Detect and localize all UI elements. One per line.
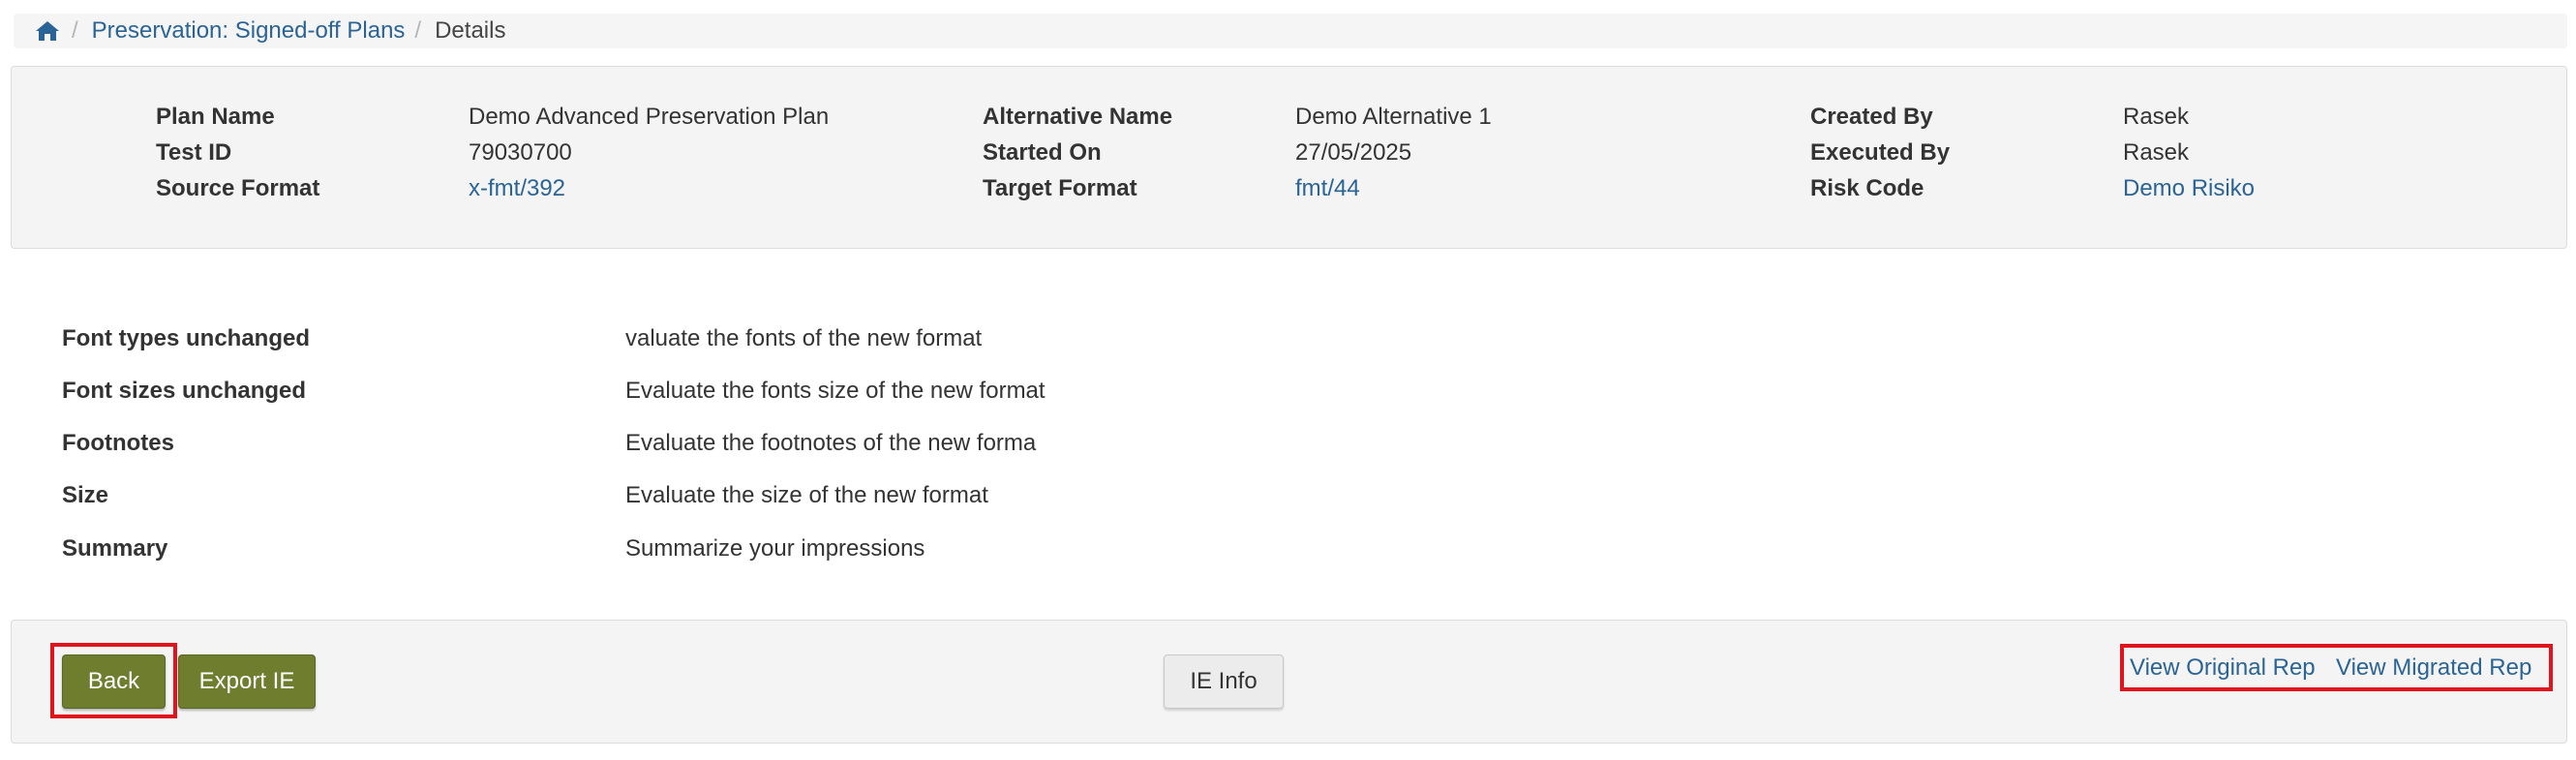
alternative-name-value: Demo Alternative 1 [1295,104,1492,130]
criteria-description: valuate the fonts of the new format [625,325,983,351]
target-format-link[interactable]: fmt/44 [1295,170,1360,206]
plan-info-panel: Plan Name Demo Advanced Preservation Pla… [11,66,2567,249]
criteria-name: Size [62,482,109,508]
back-button[interactable]: Back [62,654,166,709]
started-on-label: Started On [983,139,1102,166]
alternative-name-label: Alternative Name [983,104,1173,130]
plan-name-label: Plan Name [156,104,275,130]
criteria-description: Summarize your impressions [625,535,925,562]
executed-by-label: Executed By [1810,139,1951,166]
home-icon[interactable] [35,17,62,45]
breadcrumb-separator: / [72,17,78,44]
breadcrumb-separator: / [414,17,422,44]
breadcrumb-link-signed-off-plans[interactable]: Preservation: Signed-off Plans [92,17,406,45]
test-id-value: 79030700 [469,139,572,166]
ie-info-button[interactable]: IE Info [1164,654,1284,709]
source-format-label: Source Format [156,175,320,201]
criteria-name: Font sizes unchanged [62,378,307,404]
criteria-name: Font types unchanged [62,325,311,351]
export-ie-button[interactable]: Export IE [178,654,316,709]
target-format-label: Target Format [983,175,1137,201]
criteria-name: Summary [62,535,168,562]
executed-by-value: Rasek [2123,139,2190,166]
test-id-label: Test ID [156,139,232,166]
criteria-name: Footnotes [62,430,174,456]
breadcrumb-current: Details [435,17,506,44]
plan-name-value: Demo Advanced Preservation Plan [469,104,830,130]
started-on-value: 27/05/2025 [1295,139,1412,166]
actions-panel: Back Export IE IE Info View Original Rep… [11,620,2567,744]
criteria-description: Evaluate the footnotes of the new forma [625,430,1037,456]
breadcrumb: / Preservation: Signed-off Plans / Detai… [14,14,2567,48]
created-by-value: Rasek [2123,104,2190,130]
risk-code-label: Risk Code [1810,175,1924,201]
criteria-description: Evaluate the size of the new format [625,482,988,508]
risk-code-link[interactable]: Demo Risiko [2123,170,2255,206]
source-format-link[interactable]: x-fmt/392 [469,170,565,206]
view-migrated-rep-link[interactable]: View Migrated Rep [2336,654,2531,682]
criteria-description: Evaluate the fonts size of the new forma… [625,378,1046,404]
created-by-label: Created By [1810,104,1933,130]
view-original-rep-link[interactable]: View Original Rep [2130,654,2316,682]
